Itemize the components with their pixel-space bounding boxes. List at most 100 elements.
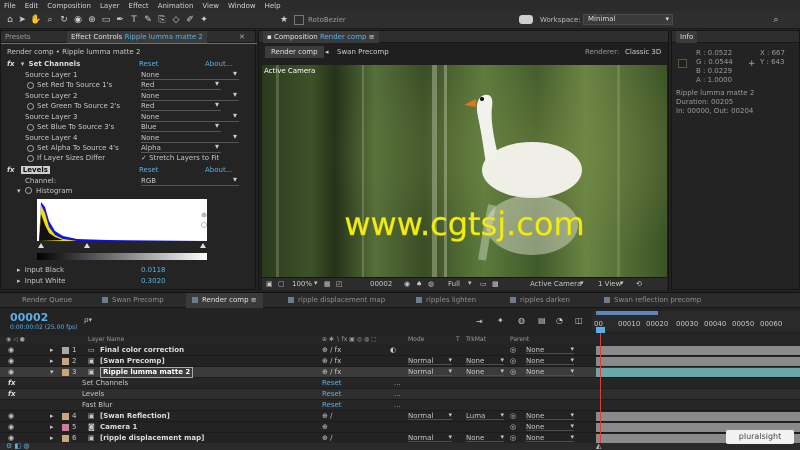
transparency-grid-icon[interactable]: ▩ xyxy=(492,280,499,288)
parent-pickwhip-icon[interactable]: ◎ xyxy=(510,345,516,356)
frame-blending-icon[interactable]: ▤ xyxy=(538,316,546,325)
layer-row[interactable]: ◉ ▸ 4 ▣ [Swan Reflection] ⊕ ∕ Normal Lum… xyxy=(0,411,800,422)
workspace-select[interactable]: Minimal ▾ xyxy=(583,14,673,25)
eraser-tool-icon[interactable]: ◇ xyxy=(170,14,182,26)
parent-select[interactable]: None xyxy=(526,433,574,442)
menu-edit[interactable]: Edit xyxy=(25,2,39,10)
stopwatch-icon[interactable] xyxy=(27,103,34,110)
effect-reset-link[interactable]: Reset xyxy=(322,400,342,411)
time-ruler[interactable]: 00 00010 00020 00030 00040 00050 00060 xyxy=(592,311,800,331)
draft-3d-icon[interactable]: ✦ xyxy=(497,316,504,325)
snapshot-icon[interactable]: ◉ xyxy=(404,280,410,288)
visibility-eye-icon[interactable]: ◉ xyxy=(8,411,14,422)
tab-presets[interactable]: Presets xyxy=(1,31,34,43)
effect-sub-row[interactable]: fx Set Channels Reset ... xyxy=(0,378,800,389)
parent-select[interactable]: None xyxy=(526,356,574,365)
region-of-interest-icon[interactable]: ▭ xyxy=(480,280,487,288)
playhead[interactable] xyxy=(600,327,601,450)
layer-duration-bar[interactable] xyxy=(596,412,800,421)
subtab-render-comp[interactable]: Render comp xyxy=(265,46,324,58)
column-trkmat[interactable]: TrkMat xyxy=(466,335,486,344)
tab-render-comp[interactable]: Render comp ≡ xyxy=(186,293,263,308)
expand-triangle-icon[interactable]: ▸ xyxy=(50,345,54,356)
histogram-graph[interactable] xyxy=(37,199,207,251)
adjustment-layer-icon[interactable]: ◐ xyxy=(390,345,396,356)
zoom-tool-icon[interactable]: ⌕ xyxy=(44,14,56,26)
mode-select[interactable]: Normal xyxy=(408,367,452,376)
about-set-channels-link[interactable]: About... xyxy=(205,59,232,70)
layer-row[interactable]: ◉ ▸ 1 ▭ Final color correction ⊕ ∕ fx ◐ … xyxy=(0,345,800,356)
tab-ripple-displacement-map[interactable]: ripple displacement map xyxy=(282,293,391,308)
menu-composition[interactable]: Composition xyxy=(47,2,91,10)
input-black-value[interactable]: 0.0118 xyxy=(141,265,166,276)
effect-name[interactable]: Fast Blur xyxy=(82,400,112,411)
expand-triangle-icon[interactable]: ▸ xyxy=(50,422,54,433)
set-alpha-select[interactable]: Alpha xyxy=(141,142,221,153)
effect-name[interactable]: Levels xyxy=(82,389,104,400)
mode-select[interactable]: Normal xyxy=(408,411,452,420)
shy-layers-icon[interactable]: ◍ xyxy=(518,316,525,325)
subtab-swan-precomp[interactable]: Swan Precomp xyxy=(337,46,389,58)
parent-select[interactable]: None xyxy=(526,422,574,431)
tab-ripples-darken[interactable]: ripples darken xyxy=(504,293,576,308)
rotate-tool-icon[interactable]: ↻ xyxy=(58,14,70,26)
motion-blur-icon[interactable]: ◔ xyxy=(556,316,563,325)
menu-animation[interactable]: Animation xyxy=(158,2,194,10)
show-snapshot-icon[interactable]: ♠ xyxy=(416,280,422,288)
parent-pickwhip-icon[interactable]: ◎ xyxy=(510,411,516,422)
comp-flowchart-icon[interactable]: ⇥ xyxy=(476,317,483,326)
reset-exposure-icon[interactable]: ⟲ xyxy=(636,280,642,288)
column-mode[interactable]: Mode xyxy=(408,335,424,344)
layer-label-color[interactable] xyxy=(62,424,69,431)
mode-select[interactable]: Normal xyxy=(408,433,452,442)
resolution-select[interactable]: Full xyxy=(448,280,460,288)
visibility-eye-icon[interactable]: ◉ xyxy=(8,356,14,367)
reset-set-channels-link[interactable]: Reset xyxy=(139,59,159,70)
effect-sub-row[interactable]: fx Levels Reset ... xyxy=(0,389,800,400)
menu-icon[interactable]: ≡ xyxy=(251,296,257,304)
grid-icon[interactable]: ▦ xyxy=(324,280,331,288)
search-help-icon[interactable]: ⌕ xyxy=(770,14,782,26)
views-select[interactable]: 1 View xyxy=(598,280,621,288)
fx-icon[interactable]: fx xyxy=(7,166,15,174)
histogram-header[interactable]: ▾ Histogram xyxy=(17,186,72,197)
parent-pickwhip-icon[interactable]: ◎ xyxy=(510,367,516,378)
tab-render-queue[interactable]: Render Queue xyxy=(16,293,78,308)
menu-icon[interactable]: ≡ xyxy=(369,33,375,41)
gamma-slider-icon[interactable] xyxy=(199,211,209,231)
stopwatch-icon[interactable] xyxy=(27,124,34,131)
home-icon[interactable]: ⌂ xyxy=(4,14,16,26)
parent-pickwhip-icon[interactable]: ◎ xyxy=(510,422,516,433)
layer-name[interactable]: Final color correction xyxy=(100,345,184,356)
zoom-select[interactable]: 100% xyxy=(292,280,312,288)
source-layer-2-select[interactable]: None xyxy=(141,90,239,101)
layer-label-color[interactable] xyxy=(62,347,69,354)
effect-options-link[interactable]: ... xyxy=(394,378,401,389)
effect-sub-row[interactable]: Fast Blur Reset ... xyxy=(0,400,800,411)
effect-reset-link[interactable]: Reset xyxy=(322,378,342,389)
expand-triangle-icon[interactable]: ▾ xyxy=(50,367,54,378)
tab-effect-controls[interactable]: Effect Controls Ripple lumma matte 2 xyxy=(67,31,207,43)
zoom-out-icon[interactable]: ◭ xyxy=(596,442,601,450)
layer-row[interactable]: ◉ ▸ 2 ▣ [Swan Precomp] ⊕ ∕ fx Normal Non… xyxy=(0,356,800,367)
expand-triangle-icon[interactable]: ▸ xyxy=(17,277,21,285)
monitor-icon[interactable]: ▢ xyxy=(278,280,285,288)
pen-tool-icon[interactable]: ✒ xyxy=(114,14,126,26)
mask-visibility-icon[interactable]: ◰ xyxy=(336,280,343,288)
expand-triangle-icon[interactable]: ▸ xyxy=(50,356,54,367)
effect-options-link[interactable]: ... xyxy=(394,400,401,411)
levels-channel-select[interactable]: RGB xyxy=(141,175,239,186)
vr-headset-icon[interactable] xyxy=(519,15,533,24)
mode-select[interactable]: Normal xyxy=(408,356,452,365)
composition-viewer[interactable]: Active Camera www.cgtsj.com xyxy=(262,65,667,287)
camera-tool-icon[interactable]: ◉ xyxy=(72,14,84,26)
selection-tool-icon[interactable]: ➤ xyxy=(16,14,28,26)
effect-set-channels[interactable]: fx ▾ Set Channels Reset About... xyxy=(7,59,251,70)
visibility-eye-icon[interactable]: ◉ xyxy=(8,345,14,356)
fx-icon[interactable]: fx xyxy=(8,389,16,400)
layer-name[interactable]: [Swan Reflection] xyxy=(100,411,170,422)
input-white-value[interactable]: 0.3020 xyxy=(141,276,166,287)
set-green-select[interactable]: Red xyxy=(141,100,221,111)
layer-duration-bar[interactable] xyxy=(596,368,800,377)
menu-layer[interactable]: Layer xyxy=(100,2,120,10)
